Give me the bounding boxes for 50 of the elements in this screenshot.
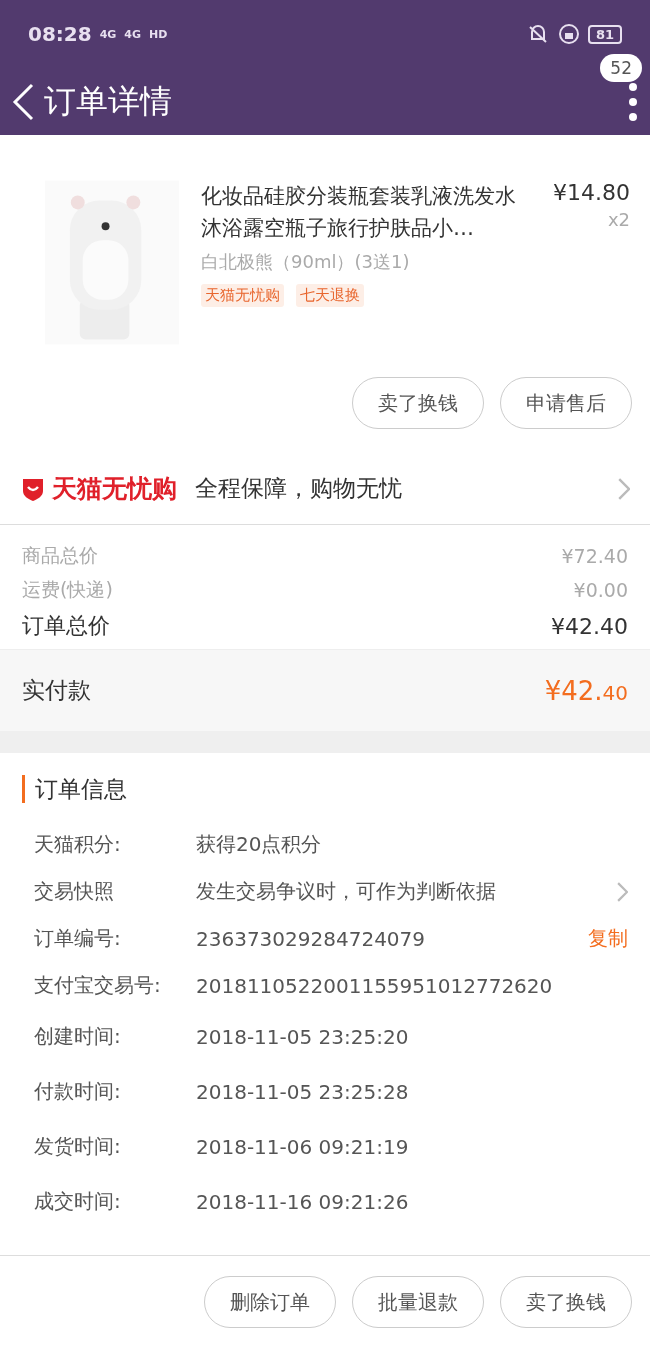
action-button[interactable]: 删除订单	[204, 1276, 336, 1328]
product-title[interactable]: 化妆品硅胶分装瓶套装乳液洗发水沐浴露空瓶子旅行护肤品小…	[201, 180, 531, 244]
total-value: ¥72.40	[561, 545, 628, 567]
action-button[interactable]: 卖了换钱	[500, 1276, 632, 1328]
action-button[interactable]: 批量退款	[352, 1276, 484, 1328]
back-icon[interactable]	[12, 82, 34, 121]
info-label: 发货时间:	[34, 1133, 122, 1160]
info-value: 236373029284724079	[196, 926, 427, 951]
product-variant: 白北极熊（90ml）(3送1)	[201, 250, 411, 274]
status-time: 08:28	[28, 22, 92, 46]
chevron-right-icon	[616, 881, 628, 902]
info-value: 2018-11-06 09:21:19	[196, 1134, 410, 1159]
info-value: 2018-11-05 23:25:28	[196, 1079, 410, 1104]
total-value: ¥0.00	[573, 579, 628, 601]
paid-label: 实付款	[22, 676, 91, 705]
info-value: 2018110522001155951012772620	[196, 973, 554, 998]
info-value: 2018-11-16 09:21:26	[196, 1189, 410, 1214]
total-label: 运费(快递)	[22, 577, 113, 602]
product-price: ¥14.80	[553, 180, 630, 205]
battery-level: 81	[587, 24, 622, 44]
section-heading: 订单信息	[22, 775, 628, 803]
lock-icon	[557, 23, 580, 45]
info-value: 获得20点积分	[196, 831, 323, 858]
info-label: 成交时间:	[34, 1188, 122, 1215]
info-label: 创建时间:	[34, 1023, 122, 1050]
info-value: 2018-11-05 23:25:20	[196, 1024, 410, 1049]
total-label: 商品总价	[22, 543, 98, 568]
product-quantity: x2	[607, 209, 630, 230]
signal-label: 4G	[124, 27, 142, 41]
info-label: 订单编号:	[34, 925, 122, 952]
action-button[interactable]: 申请售后	[500, 377, 632, 429]
total-value: ¥42.40	[551, 613, 628, 639]
info-label: 支付宝交易号:	[34, 972, 162, 999]
guarantee-brand: 天猫无忧购	[52, 473, 177, 505]
guarantee-text[interactable]: 全程保障，购物无忧	[195, 473, 618, 504]
info-label: 付款时间:	[34, 1078, 122, 1105]
signal-label: 4G	[99, 27, 117, 41]
service-tag: 天猫无忧购	[201, 284, 284, 307]
total-label: 订单总价	[22, 612, 110, 640]
action-button[interactable]: 卖了换钱	[352, 377, 484, 429]
more-icon[interactable]	[628, 81, 638, 122]
info-label: 交易快照	[34, 878, 115, 905]
notification-badge: 52	[600, 54, 642, 82]
paid-amount: ¥42.40	[544, 675, 628, 706]
info-value: 发生交易争议时，可作为判断依据	[196, 878, 497, 905]
chevron-right-icon	[617, 477, 630, 500]
page-title: 订单详情	[44, 80, 172, 122]
service-tag: 七天退换	[296, 284, 364, 307]
hd-label: HD	[149, 27, 168, 41]
info-label: 天猫积分:	[34, 831, 122, 858]
